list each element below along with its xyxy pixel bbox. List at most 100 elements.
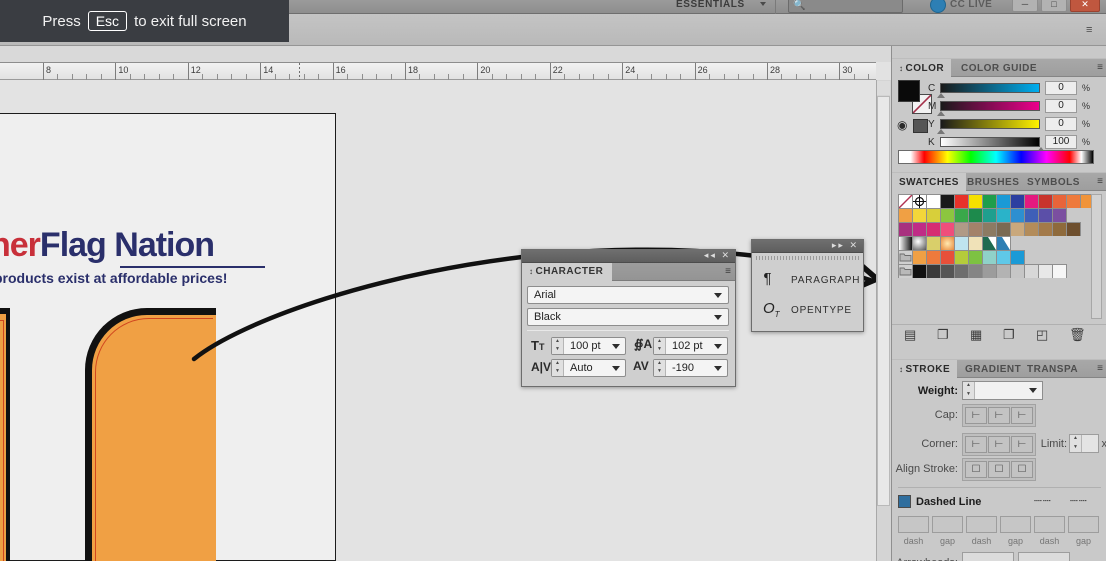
flag-shape-left[interactable]	[0, 308, 10, 561]
tab-gradient[interactable]: GRADIENT	[958, 360, 1028, 379]
swatch-color[interactable]	[982, 208, 997, 222]
corner-button-group[interactable]: ⊢ ⊢ ⊢	[962, 433, 1036, 456]
swatch-color[interactable]	[940, 194, 955, 208]
swatch-pattern-dots[interactable]	[954, 236, 969, 250]
font-style-select[interactable]: Black	[527, 308, 729, 326]
dash-input-0[interactable]	[898, 516, 929, 533]
swatch-grid[interactable]	[898, 194, 1094, 278]
tab-character[interactable]: ↕ CHARACTER	[522, 263, 613, 281]
swatch-none[interactable]	[898, 194, 913, 208]
swatch-color[interactable]	[968, 208, 983, 222]
swatch-color[interactable]	[982, 222, 997, 236]
chevron-down-icon[interactable]	[612, 344, 620, 349]
swatch-registration[interactable]	[912, 194, 927, 208]
maximize-button[interactable]: □	[1041, 0, 1067, 12]
stepper-up-icon[interactable]: ▲	[654, 338, 665, 346]
paragraph-dock-window-controls[interactable]: ▸▸ ✕	[832, 240, 859, 251]
dock-item-opentype[interactable]: OT OPENTYPE	[759, 300, 859, 322]
character-panel-window-controls[interactable]: ◂◂ ✕	[704, 250, 731, 261]
paragraph-dock-grip[interactable]	[756, 256, 859, 260]
swatch-color[interactable]	[940, 208, 955, 222]
kerning-input[interactable]: ▲ ▼ Auto	[551, 359, 626, 377]
stepper-up-icon[interactable]: ▲	[654, 360, 665, 368]
cmyk-slider-m[interactable]	[940, 101, 1040, 111]
tab-color-guide[interactable]: COLOR GUIDE	[954, 59, 1044, 78]
font-size-stepper[interactable]: ▲ ▼	[552, 338, 564, 354]
tab-brushes[interactable]: BRUSHES	[960, 173, 1026, 192]
workspace-switcher[interactable]: ESSENTIALS	[676, 0, 745, 10]
round-cap-button[interactable]: ⊢	[988, 407, 1010, 424]
swatch-color[interactable]	[940, 250, 955, 264]
workspace-chevron-down-icon[interactable]	[760, 2, 766, 6]
swatch-color[interactable]	[898, 222, 913, 236]
stepper-down-icon[interactable]: ▼	[1070, 444, 1081, 453]
swap-arrowheads-icon[interactable]: →	[1082, 555, 1095, 561]
swatch-color[interactable]	[982, 250, 997, 264]
swatch-color[interactable]	[1038, 222, 1053, 236]
swatch-color[interactable]	[1066, 194, 1081, 208]
dash-adjust-corners-icon[interactable]: ┈┈	[1070, 493, 1088, 509]
swatch-color[interactable]	[926, 264, 941, 278]
swatch-color[interactable]	[1010, 250, 1025, 264]
swatch-color[interactable]	[1024, 222, 1039, 236]
swatch-color[interactable]	[1052, 222, 1067, 236]
kerning-stepper[interactable]: ▲ ▼	[552, 360, 564, 376]
character-panel-menu-icon[interactable]: ≡	[725, 266, 731, 277]
paragraph-dock-titlebar[interactable]: ▸▸ ✕	[752, 240, 863, 253]
butt-cap-button[interactable]: ⊢	[965, 407, 987, 424]
tab-transparency[interactable]: TRANSPA	[1020, 360, 1085, 379]
dash-preserve-exact-icon[interactable]: ┈┈	[1034, 493, 1052, 509]
tracking-stepper[interactable]: ▲ ▼	[654, 360, 666, 376]
expand-icon[interactable]: ▸▸	[832, 240, 845, 250]
chevron-down-icon[interactable]	[612, 366, 620, 371]
swatch-color[interactable]	[954, 264, 969, 278]
miter-limit-input[interactable]: ▲ ▼	[1069, 434, 1099, 453]
swatch-color[interactable]	[996, 208, 1011, 222]
chevron-down-icon[interactable]	[714, 344, 722, 349]
stepper-down-icon[interactable]: ▼	[963, 391, 974, 400]
tab-swatches[interactable]: SWATCHES	[892, 173, 966, 192]
dock-item-paragraph[interactable]: ¶ PARAGRAPH	[759, 270, 859, 292]
new-color-group-button[interactable]: ❐	[1003, 327, 1015, 343]
miter-join-button[interactable]: ⊢	[965, 436, 987, 453]
stepper-down-icon[interactable]: ▼	[552, 346, 563, 354]
color-spectrum-bar[interactable]	[898, 150, 1094, 164]
swatch-color[interactable]	[912, 250, 927, 264]
stepper-down-icon[interactable]: ▼	[654, 346, 665, 354]
dash-input-5[interactable]	[1068, 516, 1099, 533]
dash-input-4[interactable]	[1034, 516, 1065, 533]
font-family-select[interactable]: Arial	[527, 286, 729, 304]
swatch-color[interactable]	[1010, 222, 1025, 236]
swatches-button-row[interactable]: ▤ ❐ ▦ ❐ ◰ 🗑	[892, 324, 1106, 346]
swatch-color[interactable]	[996, 264, 1011, 278]
cmyk-slider-c[interactable]	[940, 83, 1040, 93]
delete-swatch-button[interactable]: 🗑	[1069, 327, 1086, 343]
swatch-color[interactable]	[1052, 194, 1067, 208]
swatch-color[interactable]	[954, 208, 969, 222]
leading-input[interactable]: ▲ ▼ 102 pt	[653, 337, 728, 355]
swatch-color[interactable]	[968, 264, 983, 278]
swatch-grad-white-black[interactable]	[898, 236, 913, 250]
swatch-color[interactable]	[1010, 208, 1025, 222]
cmyk-value-k[interactable]: 100	[1045, 135, 1077, 149]
scroll-up-arrow-icon[interactable]	[877, 81, 890, 95]
swatch-libraries-button[interactable]: ▤	[904, 327, 916, 343]
collapse-icon[interactable]: ◂◂	[704, 250, 717, 260]
limit-stepper[interactable]: ▲ ▼	[1070, 435, 1082, 452]
scrollbar-thumb[interactable]	[877, 96, 890, 506]
swatch-pattern-blue[interactable]	[996, 236, 1011, 250]
align-center-button[interactable]: ☐	[965, 461, 987, 478]
close-button[interactable]: ✕	[1070, 0, 1100, 12]
chevron-down-icon[interactable]	[1029, 388, 1037, 393]
tab-stroke[interactable]: ↕ STROKE	[892, 360, 958, 379]
swatch-color[interactable]	[996, 194, 1011, 208]
swatch-color[interactable]	[1010, 264, 1025, 278]
swatch-color[interactable]	[1038, 208, 1053, 222]
swatch-color[interactable]	[982, 194, 997, 208]
dash-input-2[interactable]	[966, 516, 997, 533]
swatch-color[interactable]	[926, 222, 941, 236]
leading-stepper[interactable]: ▲ ▼	[654, 338, 666, 354]
swatch-color[interactable]	[968, 250, 983, 264]
swatch-color[interactable]	[1038, 264, 1053, 278]
stroke-panel[interactable]: ↕ STROKE GRADIENT TRANSPA ≡ Weight: ▲ ▼ Ca…	[892, 359, 1106, 561]
